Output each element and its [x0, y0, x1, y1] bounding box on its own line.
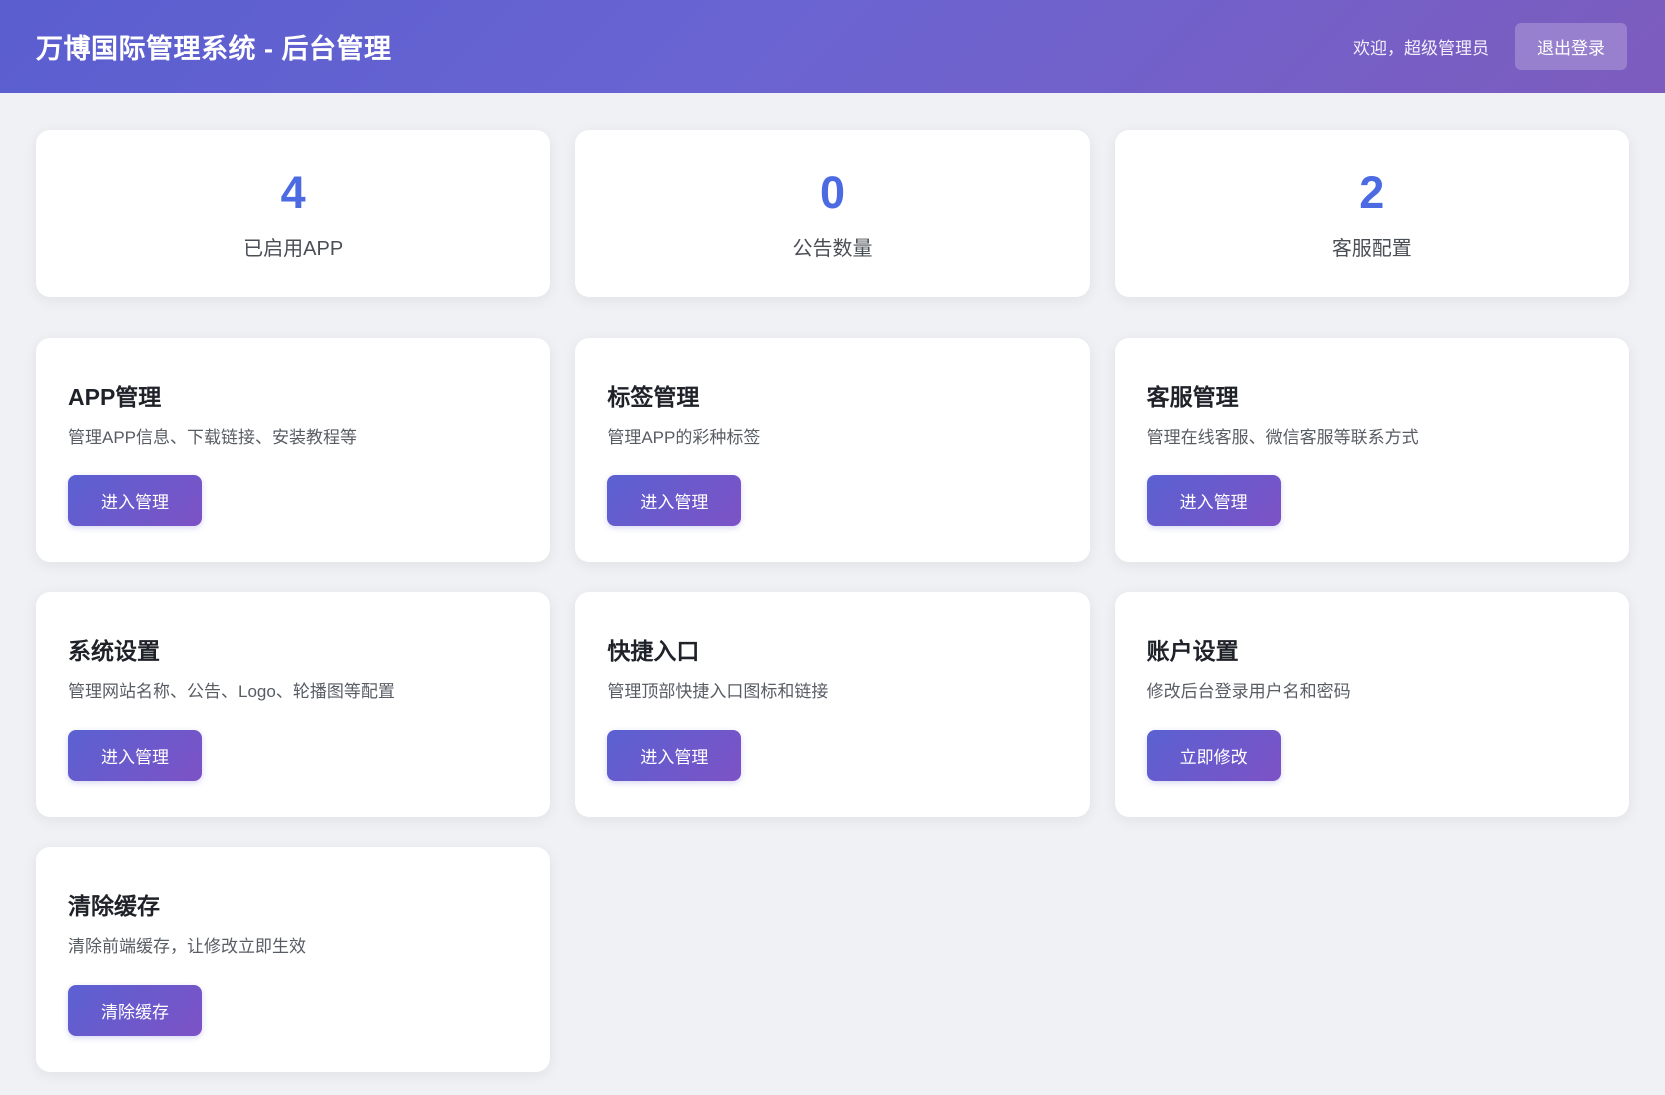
app-header: 万博国际管理系统 - 后台管理 欢迎，超级管理员 退出登录 [0, 0, 1665, 93]
stat-label: 公告数量 [595, 232, 1069, 261]
stat-value: 0 [595, 168, 1069, 218]
modify-now-button[interactable]: 立即修改 [1147, 730, 1281, 781]
card-description: 管理APP信息、下载链接、安装教程等 [68, 427, 518, 450]
card-description: 清除前端缓存，让修改立即生效 [68, 936, 518, 959]
enter-management-button[interactable]: 进入管理 [607, 730, 741, 781]
card-description: 管理在线客服、微信客服等联系方式 [1147, 427, 1597, 450]
stats-row: 4 已启用APP 0 公告数量 2 客服配置 [36, 130, 1629, 297]
card-description: 修改后台登录用户名和密码 [1147, 681, 1597, 704]
card-tag-management: 标签管理 管理APP的彩种标签 进入管理 [575, 338, 1089, 563]
page-title: 万博国际管理系统 - 后台管理 [36, 27, 392, 66]
card-customer-service-management: 客服管理 管理在线客服、微信客服等联系方式 进入管理 [1115, 338, 1629, 563]
card-system-settings: 系统设置 管理网站名称、公告、Logo、轮播图等配置 进入管理 [36, 592, 550, 817]
stat-value: 4 [56, 168, 530, 218]
main-content: 4 已启用APP 0 公告数量 2 客服配置 APP管理 管理APP信息、下载链… [0, 93, 1665, 1072]
stat-card-enabled-apps: 4 已启用APP [36, 130, 550, 297]
enter-management-button[interactable]: 进入管理 [1147, 475, 1281, 526]
clear-cache-button[interactable]: 清除缓存 [68, 985, 202, 1036]
card-title: APP管理 [68, 378, 518, 412]
card-title: 标签管理 [607, 378, 1057, 412]
card-app-management: APP管理 管理APP信息、下载链接、安装教程等 进入管理 [36, 338, 550, 563]
card-description: 管理APP的彩种标签 [607, 427, 1057, 450]
card-clear-cache: 清除缓存 清除前端缓存，让修改立即生效 清除缓存 [36, 847, 550, 1072]
card-quick-entry: 快捷入口 管理顶部快捷入口图标和链接 进入管理 [575, 592, 1089, 817]
card-title: 快捷入口 [607, 632, 1057, 666]
stat-label: 已启用APP [56, 232, 530, 261]
stat-value: 2 [1135, 168, 1609, 218]
logout-button[interactable]: 退出登录 [1515, 23, 1627, 70]
feature-cards-grid: APP管理 管理APP信息、下载链接、安装教程等 进入管理 标签管理 管理APP… [36, 338, 1629, 1073]
card-account-settings: 账户设置 修改后台登录用户名和密码 立即修改 [1115, 592, 1629, 817]
enter-management-button[interactable]: 进入管理 [68, 475, 202, 526]
card-description: 管理网站名称、公告、Logo、轮播图等配置 [68, 681, 518, 704]
enter-management-button[interactable]: 进入管理 [607, 475, 741, 526]
stat-card-customer-service: 2 客服配置 [1115, 130, 1629, 297]
admin-dashboard-screen: 万博国际管理系统 - 后台管理 欢迎，超级管理员 退出登录 4 已启用APP 0… [0, 0, 1665, 1095]
header-right: 欢迎，超级管理员 退出登录 [1353, 23, 1627, 70]
enter-management-button[interactable]: 进入管理 [68, 730, 202, 781]
card-title: 系统设置 [68, 632, 518, 666]
stat-card-announcements: 0 公告数量 [575, 130, 1089, 297]
card-description: 管理顶部快捷入口图标和链接 [607, 681, 1057, 704]
welcome-text: 欢迎，超级管理员 [1353, 34, 1489, 59]
card-title: 客服管理 [1147, 378, 1597, 412]
card-title: 清除缓存 [68, 887, 518, 921]
stat-label: 客服配置 [1135, 232, 1609, 261]
card-title: 账户设置 [1147, 632, 1597, 666]
